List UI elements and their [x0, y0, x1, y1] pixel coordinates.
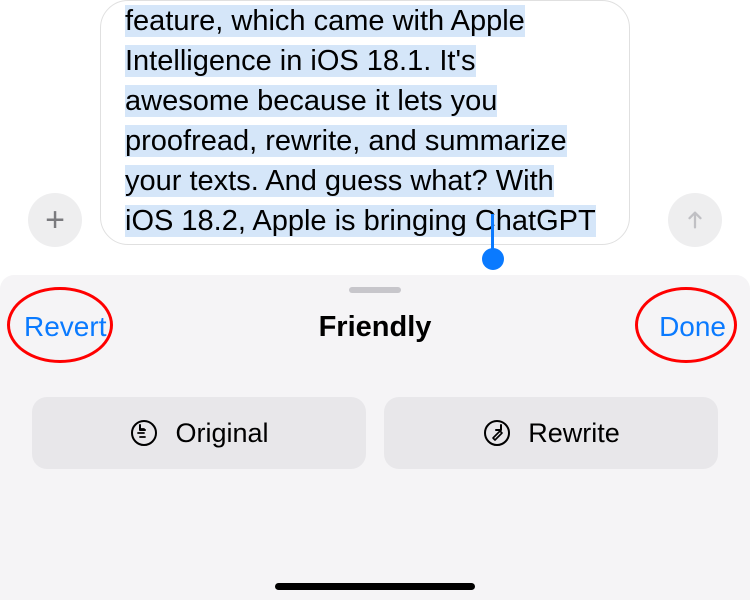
plus-icon: +: [45, 201, 65, 240]
undo-circle-icon: [129, 418, 159, 448]
original-label: Original: [175, 418, 268, 449]
rewrite-label: Rewrite: [528, 418, 620, 449]
writing-tools-sheet: Revert Friendly Done Original Rewrite: [0, 275, 750, 600]
home-indicator[interactable]: [275, 583, 475, 590]
text-selection-handle[interactable]: [482, 248, 504, 270]
message-input[interactable]: feature, which came with Apple Intellige…: [100, 0, 630, 245]
original-button[interactable]: Original: [32, 397, 366, 469]
send-button[interactable]: [668, 193, 722, 247]
redo-circle-icon: [482, 418, 512, 448]
rewrite-button[interactable]: Rewrite: [384, 397, 718, 469]
revert-button[interactable]: Revert: [24, 311, 106, 343]
message-text: feature, which came with Apple Intellige…: [125, 5, 596, 245]
text-selection-caret: [491, 214, 494, 250]
sheet-title: Friendly: [319, 311, 432, 344]
arrow-up-icon: [684, 209, 706, 231]
done-button[interactable]: Done: [659, 311, 726, 343]
add-button[interactable]: +: [28, 193, 82, 247]
